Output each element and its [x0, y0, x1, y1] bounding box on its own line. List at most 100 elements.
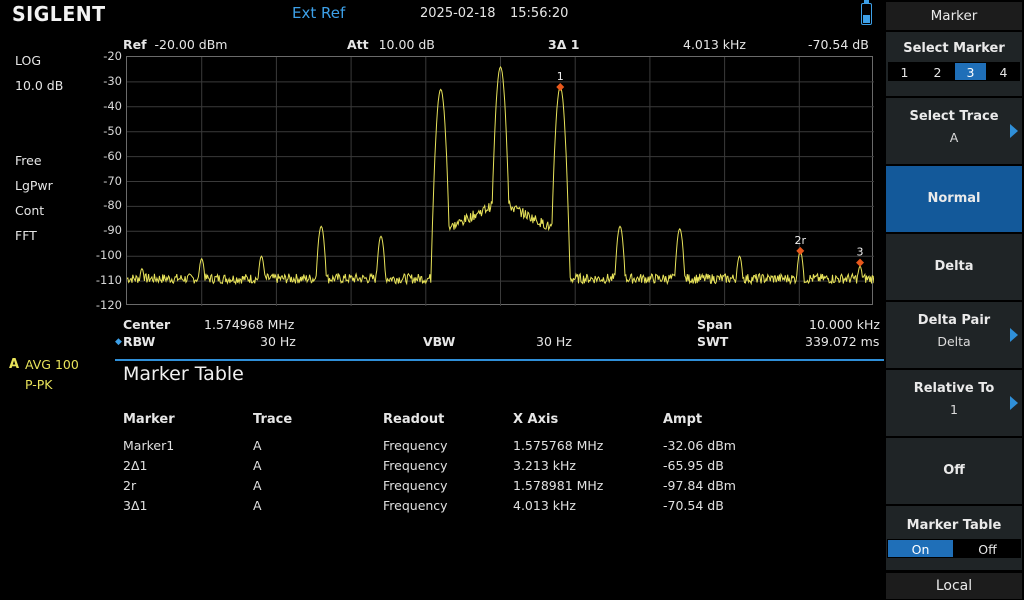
- y-tick-label: -30: [103, 73, 122, 88]
- marker-table-header: Trace: [253, 412, 293, 427]
- swt-label: SWT: [697, 334, 729, 349]
- marker-diamond-icon: [796, 246, 805, 255]
- y-tick-label: -70: [103, 173, 122, 188]
- marker-option-3[interactable]: 3: [954, 62, 987, 81]
- average-type: LgPwr: [15, 178, 53, 193]
- marker-table-cell: 3Δ1: [123, 498, 148, 513]
- ref-value: -20.00 dBm: [154, 37, 228, 52]
- relative-to-value: 1: [950, 402, 958, 417]
- normal-key[interactable]: Normal: [886, 166, 1022, 232]
- marker-table-cell: -70.54 dB: [663, 498, 724, 513]
- normal-label: Normal: [927, 191, 981, 206]
- marker-table-cell: A: [253, 478, 262, 493]
- marker-label: 1: [557, 70, 564, 83]
- y-tick-label: -50: [103, 123, 122, 138]
- center-value[interactable]: 1.574968 MHz: [204, 317, 294, 332]
- swt-value[interactable]: 339.072 ms: [805, 334, 879, 349]
- marker-2r: 2r: [795, 234, 807, 255]
- marker-3: 3: [856, 246, 865, 267]
- select-trace-value: A: [949, 130, 959, 145]
- marker-table-cell: -32.06 dBm: [663, 438, 736, 453]
- marker-label: 2r: [795, 234, 807, 247]
- marker-table-cell: 3.213 kHz: [513, 458, 576, 473]
- spectrum-plot[interactable]: 1 2r 3: [126, 56, 874, 306]
- submenu-arrow-icon: [1010, 328, 1018, 342]
- marker-table-label: Marker Table: [906, 518, 1002, 533]
- y-tick-label: -40: [103, 98, 122, 113]
- marker-table-title: Marker Table: [123, 363, 244, 385]
- marker-table-cell: A: [253, 458, 262, 473]
- span-label: Span: [697, 317, 733, 332]
- marker-diamond-icon: [556, 83, 565, 92]
- submenu-arrow-icon: [1010, 396, 1018, 410]
- marker-label: 3: [857, 246, 864, 259]
- local-button[interactable]: Local: [886, 573, 1022, 599]
- marker-table-header: Ampt: [663, 412, 703, 427]
- y-tick-label: -110: [95, 273, 122, 288]
- ref-level[interactable]: Ref -20.00 dBm: [123, 37, 228, 52]
- select-trace-key[interactable]: Select Trace A: [886, 98, 1022, 164]
- ref-label: Ref: [123, 37, 147, 52]
- trace-label[interactable]: A: [9, 357, 19, 372]
- select-marker-key[interactable]: Select Marker 1 2 3 4: [886, 32, 1022, 96]
- softkey-menu: Marker Select Marker 1 2 3 4 Select Trac…: [884, 0, 1024, 600]
- attenuation[interactable]: Att 10.00 dB: [347, 37, 435, 52]
- ext-ref-indicator: Ext Ref: [292, 4, 346, 22]
- marker-table-cell: Frequency: [383, 438, 448, 453]
- marker-diamond-icon: [856, 258, 865, 267]
- marker-option-1[interactable]: 1: [888, 62, 921, 81]
- marker-1: 1: [556, 70, 565, 92]
- delta-pair-key[interactable]: Delta Pair Delta: [886, 302, 1022, 368]
- sweep-type: FFT: [15, 228, 37, 243]
- top-status-bar: SIGLENT Ext Ref 2025-02-18 15:56:20: [0, 0, 884, 28]
- date-display: 2025-02-18: [420, 6, 496, 21]
- y-tick-label: -80: [103, 198, 122, 213]
- divider: [115, 359, 884, 361]
- marker-option-2[interactable]: 2: [921, 62, 954, 81]
- marker-table-cell: 2Δ1: [123, 458, 148, 473]
- relative-to-key[interactable]: Relative To 1: [886, 370, 1022, 436]
- marker-table-cell: A: [253, 438, 262, 453]
- delta-pair-value: Delta: [937, 334, 971, 349]
- marker-table-on[interactable]: On: [887, 539, 954, 558]
- scale-type[interactable]: LOG: [15, 53, 41, 68]
- active-marker-id: 3Δ 1: [548, 37, 580, 52]
- y-tick-label: -20: [103, 49, 122, 63]
- delta-key[interactable]: Delta: [886, 234, 1022, 300]
- att-label: Att: [347, 37, 369, 52]
- vbw-value[interactable]: 30 Hz: [536, 334, 572, 349]
- y-tick-label: -90: [103, 223, 122, 238]
- y-tick-label: -120: [95, 298, 122, 312]
- y-tick-label: -100: [95, 248, 122, 263]
- off-label: Off: [943, 463, 965, 478]
- delta-pair-label: Delta Pair: [917, 313, 991, 328]
- rbw-value[interactable]: 30 Hz: [260, 334, 296, 349]
- select-trace-label: Select Trace: [909, 109, 999, 124]
- submenu-arrow-icon: [1010, 124, 1018, 138]
- marker-table-off[interactable]: Off: [954, 539, 1021, 558]
- spectrum-svg: 1 2r 3: [127, 57, 874, 306]
- marker-table-cell: Frequency: [383, 458, 448, 473]
- center-label: Center: [123, 317, 171, 332]
- marker-table-key[interactable]: Marker Table On Off: [886, 506, 1022, 570]
- relative-to-label: Relative To: [913, 381, 995, 396]
- marker-table-cell: 1.578981 MHz: [513, 478, 604, 493]
- marker-table-header: Marker: [123, 412, 175, 427]
- menu-title: Marker: [886, 2, 1022, 30]
- rbw-label: RBW: [123, 334, 156, 349]
- active-marker-y: -70.54 dB: [808, 37, 869, 52]
- trigger-mode: Cont: [15, 203, 45, 218]
- brand-logo: SIGLENT: [12, 2, 106, 26]
- off-key[interactable]: Off: [886, 438, 1022, 504]
- y-tick-label: -60: [103, 148, 122, 163]
- marker-table-cell: Marker1: [123, 438, 175, 453]
- rbw-auto-icon: ◆: [115, 337, 122, 347]
- trace-average: AVG 100: [25, 357, 79, 372]
- scale-div[interactable]: 10.0 dB: [15, 78, 63, 93]
- att-value: 10.00 dB: [378, 37, 435, 52]
- marker-option-4[interactable]: 4: [987, 62, 1020, 81]
- active-marker-x: 4.013 kHz: [683, 37, 746, 52]
- sweep-mode: Free: [15, 153, 42, 168]
- span-value[interactable]: 10.000 kHz: [809, 317, 880, 332]
- vbw-label: VBW: [423, 334, 456, 349]
